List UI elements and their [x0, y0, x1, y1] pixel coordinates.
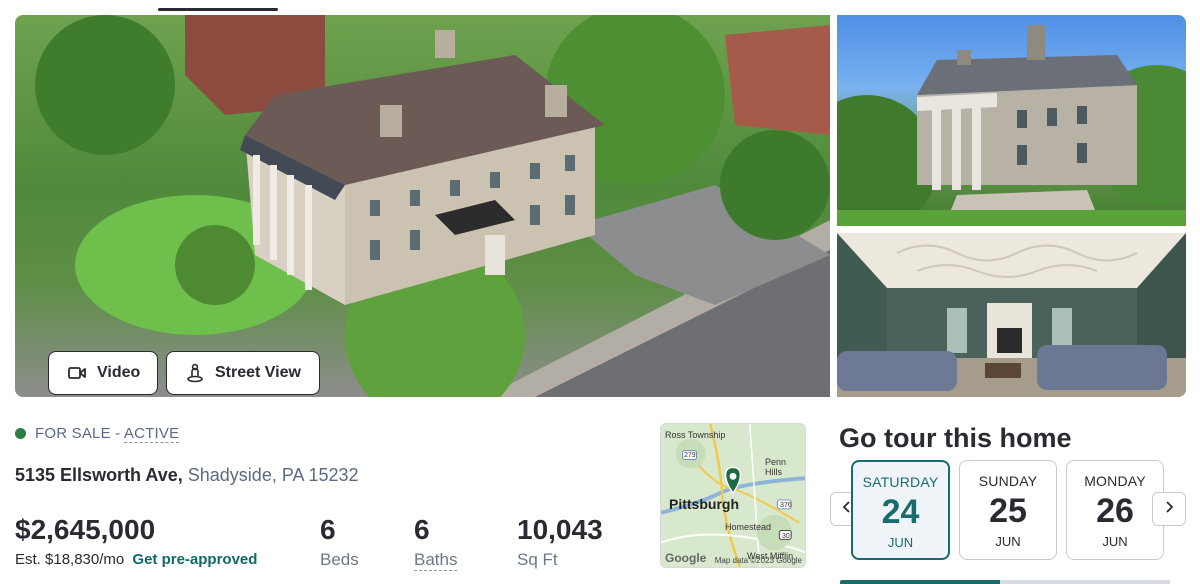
main-listing-photo[interactable]: Video Street View [15, 15, 830, 397]
day-name: SUNDAY [978, 473, 1038, 489]
estimated-payment-text: Est. $18,830/mo [15, 551, 125, 568]
chevron-right-icon [1163, 500, 1175, 518]
video-button[interactable]: Video [48, 351, 158, 395]
video-button-label: Video [97, 364, 141, 381]
status-prefix: FOR SALE - [35, 425, 124, 442]
map-credit: Map data ©2023 Google [714, 556, 802, 565]
day-month: JUN [995, 534, 1021, 549]
map-label-city: Pittsburgh [669, 496, 739, 512]
day-name: SATURDAY [862, 474, 939, 490]
living-room-illustration [837, 233, 1186, 397]
map-hwy-30: 30 [782, 533, 790, 540]
tour-title: Go tour this home [839, 423, 1072, 453]
baths-value: 6 [414, 514, 430, 545]
listing-status: FOR SALE - ACTIVE [15, 425, 180, 443]
status-dot-icon [15, 428, 26, 439]
baths-label[interactable]: Baths [414, 550, 458, 571]
tour-day-saturday[interactable]: SATURDAY 24 JUN [851, 460, 950, 560]
gallery-tab-indicator [158, 8, 278, 11]
video-camera-icon [67, 363, 87, 383]
day-name: MONDAY [1084, 473, 1146, 489]
map-hwy-376: 376 [780, 502, 792, 509]
listing-address: 5135 Ellsworth Ave, Shadyside, PA 15232 [15, 465, 359, 486]
sqft-stat: 10,043 Sq Ft [517, 514, 603, 570]
day-month: JUN [887, 535, 914, 550]
next-dates-button[interactable] [1152, 492, 1186, 526]
day-number: 26 [1096, 492, 1134, 530]
sqft-value: 10,043 [517, 514, 603, 545]
tour-tab-active-bar [840, 580, 1000, 584]
get-preapproved-link[interactable]: Get pre-approved [132, 551, 257, 568]
tour-day-monday[interactable]: MONDAY 26 JUN [1066, 460, 1164, 560]
day-number: 25 [989, 492, 1027, 530]
beds-value: 6 [320, 514, 336, 545]
google-logo: Google [665, 551, 707, 565]
house-aerial-illustration [35, 15, 830, 397]
baths-stat: 6 Baths [414, 514, 458, 571]
tour-day-sunday[interactable]: SUNDAY 25 JUN [959, 460, 1057, 560]
status-active-label[interactable]: ACTIVE [123, 425, 180, 443]
day-number: 24 [881, 493, 920, 531]
beds-stat: 6 Beds [320, 514, 359, 570]
street-view-button-label: Street View [215, 364, 301, 381]
location-map[interactable]: Ross Township 279 Penn Hills Pittsburgh … [660, 423, 806, 568]
sqft-label: Sq Ft [517, 550, 558, 569]
exterior-photo[interactable] [837, 15, 1186, 226]
interior-photo[interactable] [837, 233, 1186, 397]
street-view-button[interactable]: Street View [166, 351, 320, 395]
map-hwy-279: 279 [684, 452, 696, 459]
estimated-payment: Est. $18,830/mo Get pre-approved [15, 551, 257, 568]
house-front-illustration [837, 25, 1186, 226]
map-label-ross: Ross Township [665, 430, 726, 440]
beds-label: Beds [320, 550, 359, 569]
address-street: 5135 Ellsworth Ave, [15, 465, 183, 485]
tour-tab-bar [1000, 580, 1170, 584]
map-label-penn: Penn Hills [765, 457, 787, 477]
address-locality: Shadyside, PA 15232 [187, 465, 359, 485]
listing-price: $2,645,000 [15, 514, 156, 545]
day-month: JUN [1102, 534, 1128, 549]
map-label-homestead: Homestead [725, 522, 772, 532]
street-view-person-icon [185, 363, 205, 383]
